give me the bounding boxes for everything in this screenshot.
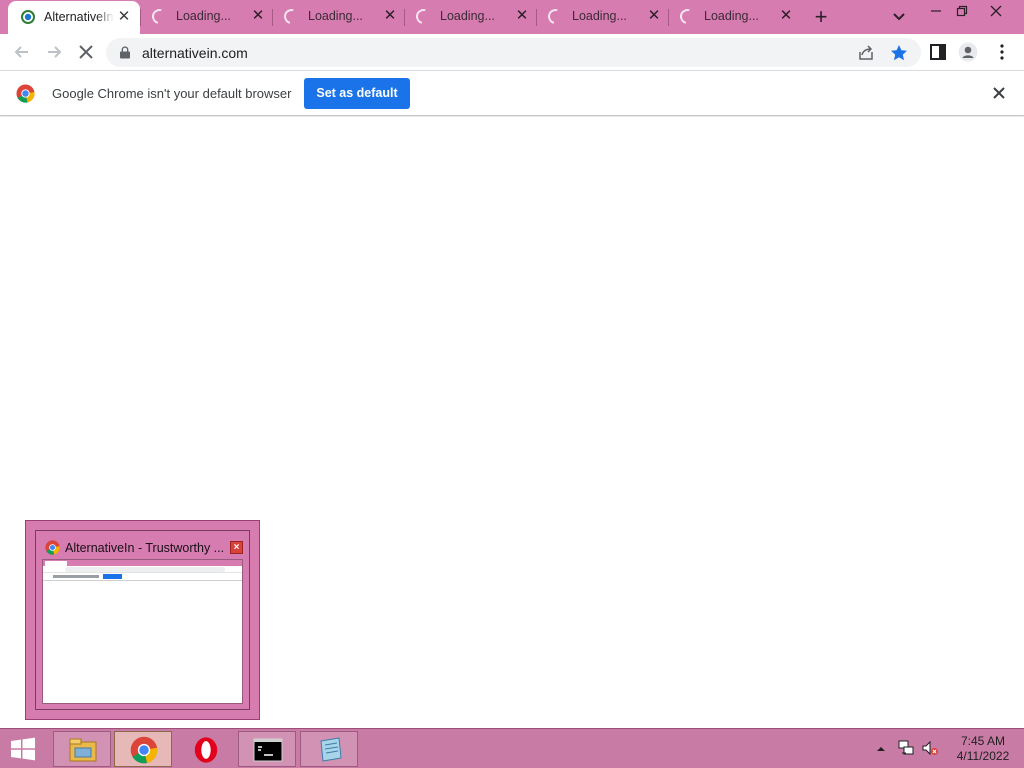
forward-arrow-icon[interactable] <box>44 42 64 62</box>
taskbar-cmd-button[interactable] <box>238 731 296 767</box>
site-favicon-icon <box>21 10 35 24</box>
preview-default-button <box>103 574 122 579</box>
tab-title: Loading... <box>440 9 495 23</box>
tab-close-icon[interactable]: ✕ <box>646 8 662 24</box>
show-hidden-icons-chevron-icon[interactable] <box>876 745 886 753</box>
tab-close-icon[interactable]: ✕ <box>514 8 530 24</box>
taskbar-opera-button[interactable] <box>176 731 234 767</box>
taskbar-thumbnail-preview[interactable]: AlternativeIn - Trustworthy ... × <box>25 520 260 720</box>
tab-loading[interactable]: Loading... ✕ <box>142 0 272 34</box>
tab-separator <box>140 9 141 26</box>
loading-spinner-icon <box>413 6 434 27</box>
side-panel-icon[interactable] <box>928 42 948 62</box>
opera-logo-icon <box>194 737 218 763</box>
lock-icon[interactable] <box>119 46 131 59</box>
infobar-message: Google Chrome isn't your default browser <box>52 86 292 101</box>
tab-close-icon[interactable]: ✕ <box>778 8 794 24</box>
tab-close-icon[interactable]: ✕ <box>382 8 398 24</box>
back-arrow-icon[interactable] <box>12 42 32 62</box>
close-window-button[interactable] <box>980 0 1012 22</box>
taskbar-notepad-button[interactable] <box>300 731 358 767</box>
close-infobar-icon[interactable] <box>990 84 1008 102</box>
tab-search-chevron-icon[interactable] <box>889 8 909 26</box>
tab-title: Loading... <box>176 9 231 23</box>
system-clock[interactable]: 7:45 AM 4/11/2022 <box>948 734 1018 764</box>
taskbar-chrome-button[interactable] <box>114 731 172 767</box>
tab-loading[interactable]: Loading... ✕ <box>538 0 668 34</box>
restore-button[interactable] <box>946 0 978 22</box>
tab-loading[interactable]: Loading... ✕ <box>406 0 536 34</box>
minimize-icon <box>931 10 941 12</box>
clock-time: 7:45 AM <box>960 734 1006 748</box>
set-as-default-button[interactable]: Set as default <box>304 78 410 109</box>
address-url[interactable]: alternativein.com <box>142 45 248 61</box>
volume-muted-icon[interactable] <box>921 739 939 757</box>
tab-separator <box>536 9 537 26</box>
thumbnail-close-button[interactable]: × <box>230 541 243 554</box>
tab-strip: AlternativeIn ✕ Loading... ✕ Loading... … <box>0 0 1024 34</box>
preview-address-bar <box>65 567 225 572</box>
tab-separator <box>272 9 273 26</box>
thumbnail-frame: AlternativeIn - Trustworthy ... × <box>35 530 250 710</box>
tab-loading[interactable]: Loading... ✕ <box>670 0 800 34</box>
chrome-logo-icon <box>16 84 35 103</box>
folder-icon <box>69 738 97 762</box>
tab-title: Loading... <box>704 9 759 23</box>
address-bar[interactable]: alternativein.com <box>106 38 921 67</box>
tab-title: Loading... <box>572 9 627 23</box>
profile-avatar-icon[interactable] <box>958 42 978 62</box>
taskbar: 7:45 AM 4/11/2022 <box>0 728 1024 768</box>
loading-spinner-icon <box>677 6 698 27</box>
tab-title: Loading... <box>308 9 363 23</box>
tab-separator <box>404 9 405 26</box>
thumbnail-window-preview[interactable] <box>42 559 243 704</box>
loading-spinner-icon <box>281 6 302 27</box>
notepad-icon <box>320 737 342 762</box>
tab-close-icon[interactable]: ✕ <box>250 8 266 24</box>
share-icon[interactable] <box>857 44 875 62</box>
tab-active[interactable]: AlternativeIn ✕ <box>8 1 140 34</box>
menu-kebab-icon[interactable] <box>994 42 1014 62</box>
close-icon <box>990 5 1002 17</box>
stop-loading-icon[interactable] <box>76 42 96 62</box>
tab-loading[interactable]: Loading... ✕ <box>274 0 404 34</box>
browser-toolbar: alternativein.com <box>0 34 1024 70</box>
chrome-logo-icon <box>130 736 158 764</box>
taskbar-explorer-button[interactable] <box>53 731 111 767</box>
network-icon[interactable] <box>897 739 915 757</box>
restore-icon <box>956 5 968 17</box>
new-tab-button[interactable]: + <box>810 6 832 28</box>
default-browser-infobar: Google Chrome isn't your default browser… <box>0 70 1024 116</box>
tab-title: AlternativeIn <box>44 10 114 24</box>
command-prompt-icon <box>253 738 283 762</box>
bookmark-star-icon[interactable] <box>889 43 909 63</box>
clock-date: 4/11/2022 <box>956 749 1010 763</box>
loading-spinner-icon <box>545 6 566 27</box>
tab-close-icon[interactable]: ✕ <box>116 9 132 25</box>
loading-spinner-icon <box>149 6 170 27</box>
thumbnail-title: AlternativeIn - Trustworthy ... <box>65 541 225 555</box>
windows-start-icon[interactable] <box>8 737 38 761</box>
tab-separator <box>668 9 669 26</box>
preview-infobar-text <box>53 575 99 578</box>
chrome-logo-icon <box>45 540 60 555</box>
